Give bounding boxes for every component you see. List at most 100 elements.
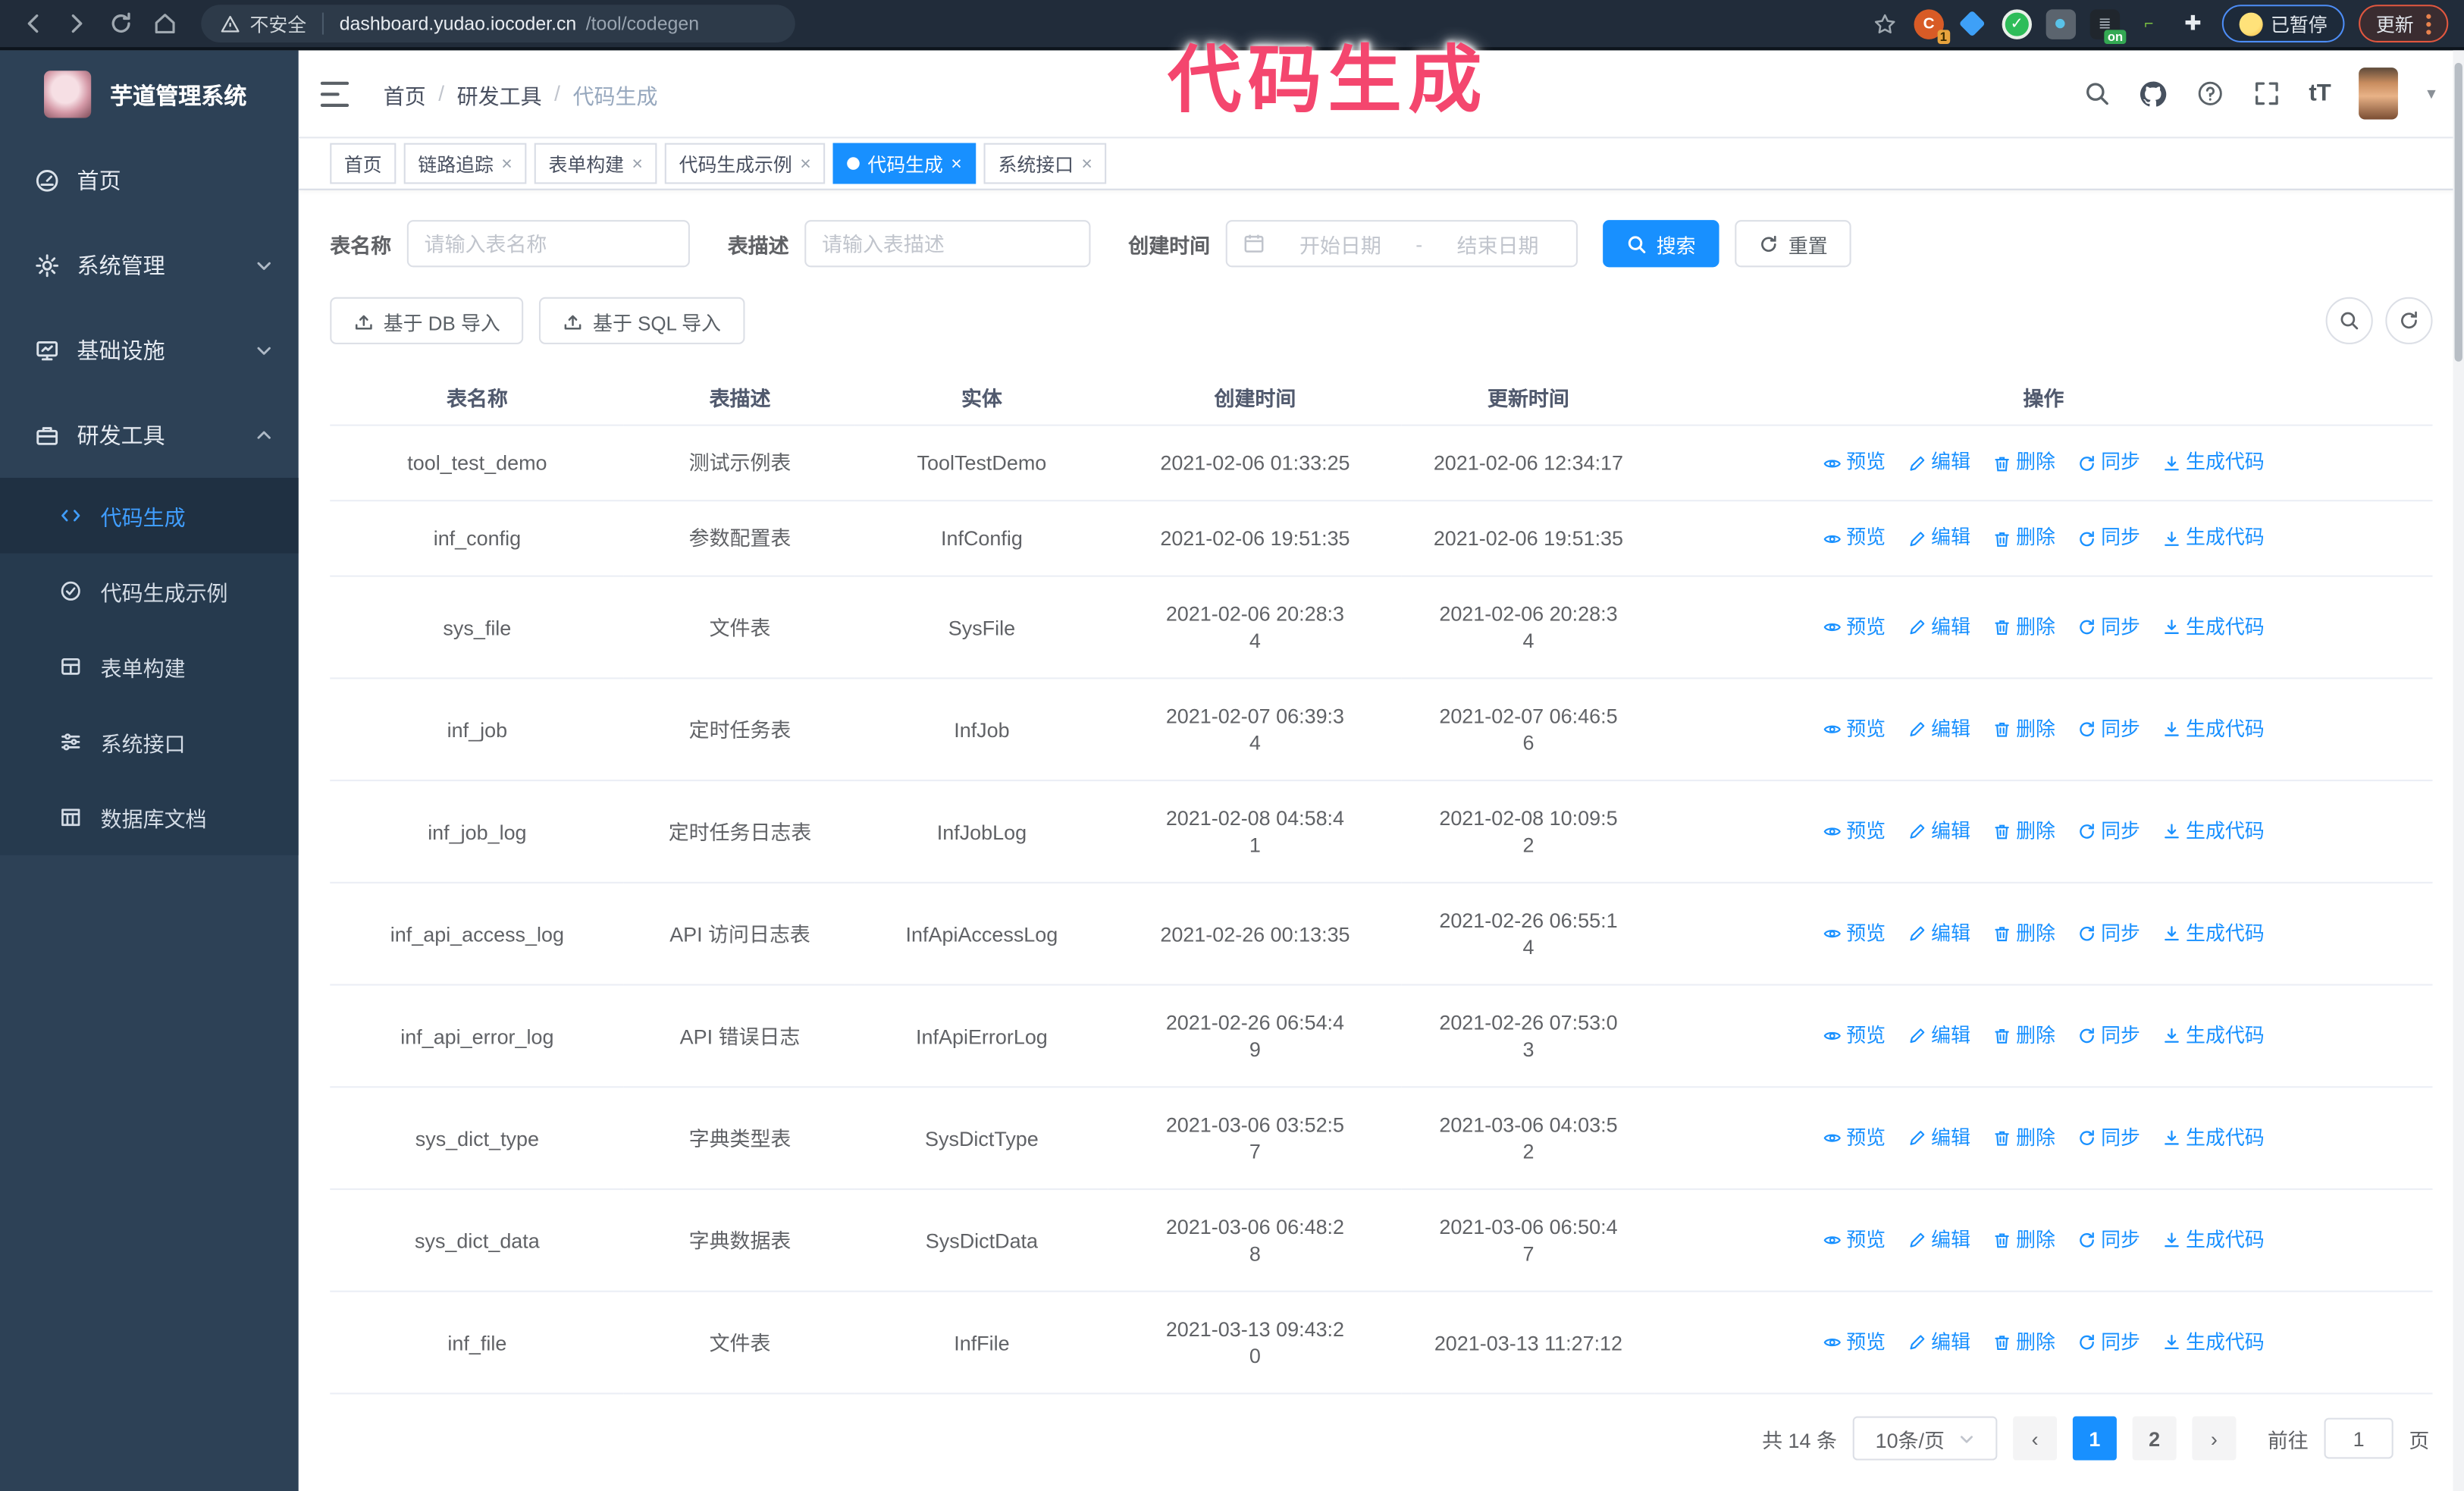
preview-link[interactable]: 预览 bbox=[1823, 818, 1886, 845]
sync-link[interactable]: 同步 bbox=[2077, 1329, 2140, 1355]
browser-menu-icon[interactable] bbox=[2426, 13, 2431, 34]
edit-link[interactable]: 编辑 bbox=[1908, 921, 1970, 947]
preview-link[interactable]: 预览 bbox=[1823, 1227, 1886, 1254]
import-db-button[interactable]: 基于 DB 导入 bbox=[330, 297, 524, 344]
toggle-search-icon[interactable] bbox=[2325, 297, 2373, 344]
forward-icon[interactable] bbox=[63, 9, 91, 37]
browser-update-button[interactable]: 更新 bbox=[2359, 5, 2449, 42]
close-icon[interactable]: × bbox=[501, 152, 513, 174]
reset-button[interactable]: 重置 bbox=[1735, 220, 1851, 268]
back-icon[interactable] bbox=[19, 9, 47, 37]
edit-link[interactable]: 编辑 bbox=[1908, 1125, 1970, 1151]
page-size-select[interactable]: 10条/页 bbox=[1852, 1416, 1998, 1461]
profile-paused-button[interactable]: 已暂停 bbox=[2221, 5, 2345, 42]
edit-link[interactable]: 编辑 bbox=[1908, 1022, 1970, 1049]
sidebar-subitem-codegen[interactable]: 代码生成 bbox=[0, 478, 299, 554]
reload-icon[interactable] bbox=[107, 9, 135, 37]
search-icon[interactable] bbox=[2083, 80, 2111, 108]
close-icon[interactable]: × bbox=[951, 152, 962, 174]
avatar[interactable] bbox=[2359, 67, 2399, 120]
search-button[interactable]: 搜索 bbox=[1603, 220, 1719, 268]
url-bar[interactable]: 不安全 dashboard.yudao.iocoder.cn/tool/code… bbox=[201, 5, 795, 42]
extension-icon-5[interactable]: ≣ on bbox=[2089, 8, 2127, 43]
breadcrumb-devtools[interactable]: 研发工具 bbox=[457, 78, 542, 109]
delete-link[interactable]: 删除 bbox=[1992, 1022, 2055, 1049]
edit-link[interactable]: 编辑 bbox=[1908, 614, 1970, 640]
generate-code-link[interactable]: 生成代码 bbox=[2162, 450, 2265, 476]
next-page-button[interactable]: › bbox=[2192, 1416, 2237, 1461]
generate-code-link[interactable]: 生成代码 bbox=[2162, 1329, 2265, 1355]
generate-code-link[interactable]: 生成代码 bbox=[2162, 818, 2265, 845]
generate-code-link[interactable]: 生成代码 bbox=[2162, 1227, 2265, 1254]
breadcrumb-home[interactable]: 首页 bbox=[384, 78, 426, 109]
fullscreen-icon[interactable] bbox=[2252, 80, 2281, 108]
extension-icon-1[interactable]: C1 bbox=[1914, 8, 1951, 43]
sidebar-subitem-api[interactable]: 系统接口 bbox=[0, 705, 299, 780]
extension-icon-4[interactable] bbox=[2045, 8, 2076, 39]
extension-icon-3[interactable]: ✓ bbox=[2002, 8, 2032, 39]
preview-link[interactable]: 预览 bbox=[1823, 450, 1886, 476]
sidebar-subitem-db-doc[interactable]: 数据库文档 bbox=[0, 780, 299, 855]
delete-link[interactable]: 删除 bbox=[1992, 818, 2055, 845]
extension-icon-2[interactable] bbox=[1958, 8, 1988, 38]
sync-link[interactable]: 同步 bbox=[2077, 921, 2140, 947]
font-size-icon[interactable]: tT bbox=[2309, 80, 2331, 107]
sync-link[interactable]: 同步 bbox=[2077, 716, 2140, 742]
sidebar-item-devtools[interactable]: 研发工具 bbox=[0, 393, 299, 478]
edit-link[interactable]: 编辑 bbox=[1908, 716, 1970, 742]
sync-link[interactable]: 同步 bbox=[2077, 1125, 2140, 1151]
sidebar-subitem-codegen-demo[interactable]: 代码生成示例 bbox=[0, 554, 299, 629]
extension-icon-6[interactable]: ⌐ bbox=[2134, 8, 2164, 38]
import-sql-button[interactable]: 基于 SQL 导入 bbox=[539, 297, 745, 344]
tab-codegen[interactable]: 代码生成 × bbox=[832, 143, 977, 184]
preview-link[interactable]: 预览 bbox=[1823, 1329, 1886, 1355]
github-icon[interactable] bbox=[2140, 80, 2168, 108]
sidebar-toggle-icon[interactable] bbox=[320, 80, 352, 106]
close-icon[interactable]: × bbox=[632, 152, 643, 174]
tab-trace[interactable]: 链路追踪 × bbox=[403, 143, 527, 184]
generate-code-link[interactable]: 生成代码 bbox=[2162, 921, 2265, 947]
delete-link[interactable]: 删除 bbox=[1992, 921, 2055, 947]
sidebar-item-infra[interactable]: 基础设施 bbox=[0, 308, 299, 393]
delete-link[interactable]: 删除 bbox=[1992, 1227, 2055, 1254]
delete-link[interactable]: 删除 bbox=[1992, 1125, 2055, 1151]
sidebar-subitem-form-builder[interactable]: 表单构建 bbox=[0, 629, 299, 704]
prev-page-button[interactable]: ‹ bbox=[2013, 1416, 2058, 1461]
tab-codegen-demo[interactable]: 代码生成示例 × bbox=[664, 143, 826, 184]
preview-link[interactable]: 预览 bbox=[1823, 614, 1886, 640]
sidebar-item-home[interactable]: 首页 bbox=[0, 138, 299, 223]
close-icon[interactable]: × bbox=[800, 152, 811, 174]
page-button-2[interactable]: 2 bbox=[2132, 1416, 2177, 1461]
edit-link[interactable]: 编辑 bbox=[1908, 1227, 1970, 1254]
scrollbar-thumb[interactable] bbox=[2454, 62, 2462, 362]
preview-link[interactable]: 预览 bbox=[1823, 716, 1886, 742]
edit-link[interactable]: 编辑 bbox=[1908, 1329, 1970, 1355]
generate-code-link[interactable]: 生成代码 bbox=[2162, 614, 2265, 640]
edit-link[interactable]: 编辑 bbox=[1908, 525, 1970, 551]
extension-icon-7[interactable]: ✚ bbox=[2178, 8, 2208, 38]
preview-link[interactable]: 预览 bbox=[1823, 525, 1886, 551]
sidebar-item-system[interactable]: 系统管理 bbox=[0, 223, 299, 308]
avatar-caret-icon[interactable]: ▾ bbox=[2427, 83, 2435, 104]
preview-link[interactable]: 预览 bbox=[1823, 1125, 1886, 1151]
sync-link[interactable]: 同步 bbox=[2077, 450, 2140, 476]
bookmark-star-icon[interactable] bbox=[1872, 9, 1900, 37]
delete-link[interactable]: 删除 bbox=[1992, 1329, 2055, 1355]
edit-link[interactable]: 编辑 bbox=[1908, 450, 1970, 476]
delete-link[interactable]: 删除 bbox=[1992, 614, 2055, 640]
table-name-input[interactable] bbox=[406, 220, 690, 268]
delete-link[interactable]: 删除 bbox=[1992, 450, 2055, 476]
table-desc-input[interactable] bbox=[804, 220, 1091, 268]
edit-link[interactable]: 编辑 bbox=[1908, 818, 1970, 845]
preview-link[interactable]: 预览 bbox=[1823, 921, 1886, 947]
close-icon[interactable]: × bbox=[1081, 152, 1092, 174]
tab-home[interactable]: 首页 bbox=[330, 143, 397, 184]
date-range-picker[interactable]: 开始日期 - 结束日期 bbox=[1225, 220, 1578, 268]
help-icon[interactable] bbox=[2196, 80, 2224, 108]
sync-link[interactable]: 同步 bbox=[2077, 818, 2140, 845]
sync-link[interactable]: 同步 bbox=[2077, 614, 2140, 640]
delete-link[interactable]: 删除 bbox=[1992, 716, 2055, 742]
generate-code-link[interactable]: 生成代码 bbox=[2162, 1125, 2265, 1151]
preview-link[interactable]: 预览 bbox=[1823, 1022, 1886, 1049]
tab-form-builder[interactable]: 表单构建 × bbox=[534, 143, 657, 184]
